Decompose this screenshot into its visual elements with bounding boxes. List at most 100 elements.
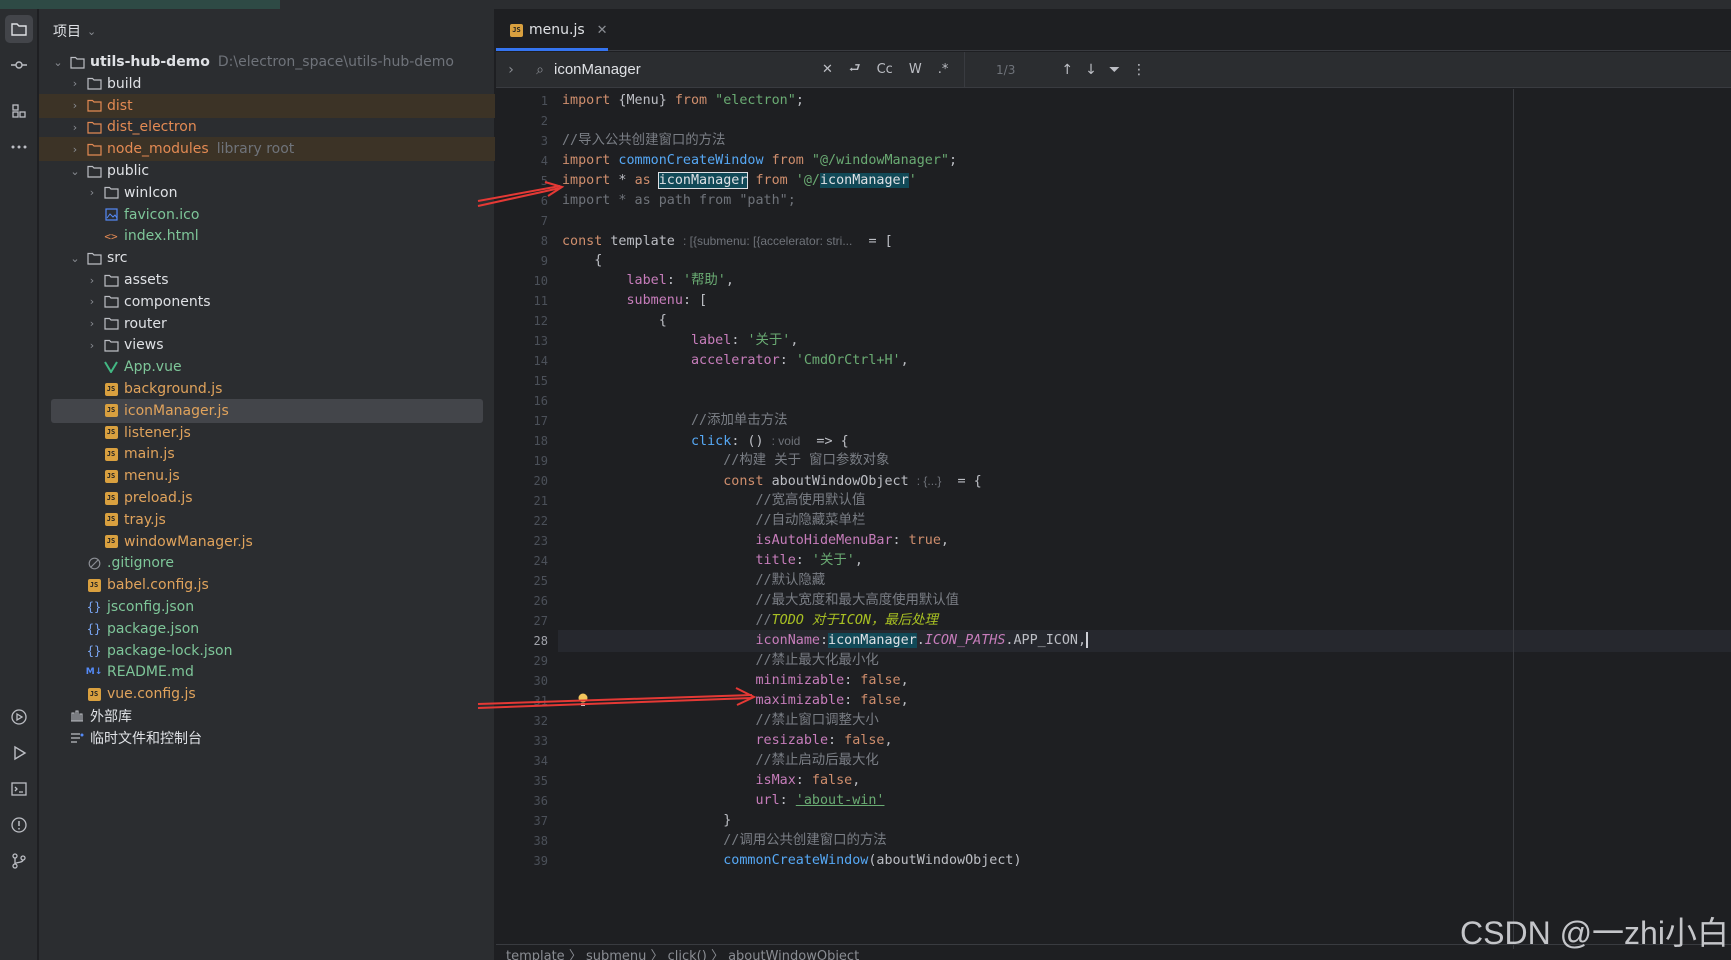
more-tools-button[interactable]: [5, 133, 33, 161]
tree-item-jsconfig-json[interactable]: {} jsconfig.json: [39, 595, 495, 619]
commit-tool-button[interactable]: [5, 51, 33, 79]
more-options-icon[interactable]: ⋮: [1126, 62, 1152, 78]
tree-item-windowmanager-js[interactable]: JS windowManager.js: [39, 530, 495, 554]
code-line: }: [723, 813, 732, 828]
chevron-down-icon[interactable]: ⌄: [68, 165, 82, 178]
code-line: click: () : void => {: [691, 434, 849, 449]
replace-toggle-icon[interactable]: ⮐: [841, 59, 869, 81]
project-panel-header[interactable]: 项目 ⌄: [53, 21, 96, 41]
structure-icon: [12, 104, 26, 118]
tree-item-preload-js[interactable]: JS preload.js: [39, 486, 495, 510]
tree-item-utils-hub-demo[interactable]: ⌄ utils-hub-demo D:\electron_space\utils-h…: [39, 50, 495, 74]
chevron-right-icon[interactable]: ›: [68, 143, 82, 156]
filter-icon[interactable]: ⏷: [1103, 62, 1126, 78]
tree-item-views[interactable]: › views: [39, 333, 495, 357]
code-line: {: [658, 313, 667, 328]
markdown-file-icon: M↓: [85, 667, 103, 678]
line-number: 12: [533, 314, 548, 328]
terminal-tool-button[interactable]: [5, 775, 33, 803]
line-number: 15: [533, 374, 548, 388]
line-number: 34: [533, 754, 548, 768]
tree-item-package-lock-json[interactable]: {} package-lock.json: [39, 639, 495, 663]
chevron-right-icon[interactable]: ›: [85, 339, 99, 352]
chevron-right-icon[interactable]: ›: [496, 62, 526, 78]
chevron-right-icon[interactable]: ›: [85, 274, 99, 287]
tree-item-vue-config-js[interactable]: JS vue.config.js: [39, 682, 495, 706]
close-icon[interactable]: ✕: [597, 23, 608, 38]
run-tool-button[interactable]: [5, 739, 33, 767]
code-line: title: '关于',: [755, 553, 863, 568]
chevron-right-icon[interactable]: ›: [68, 99, 82, 112]
chevron-down-icon[interactable]: ⌄: [68, 252, 82, 265]
tree-item-src[interactable]: ⌄ src: [39, 246, 495, 270]
tree-item-readme-md[interactable]: M↓ README.md: [39, 660, 495, 684]
tree-item-[interactable]: 临时文件和控制台: [39, 726, 495, 750]
code-line: //宽高使用默认值: [755, 493, 866, 508]
tree-item-node-modules[interactable]: › node_modules library root: [39, 137, 495, 162]
js-file-icon: JS: [103, 490, 119, 506]
tree-item-package-json[interactable]: {} package.json: [39, 617, 495, 641]
tree-item-background-js[interactable]: JS background.js: [39, 377, 495, 401]
tree-item-menu-js[interactable]: JS menu.js: [39, 464, 495, 488]
tree-item-iconmanager-js[interactable]: JS iconManager.js: [51, 398, 483, 423]
tree-item-public[interactable]: ⌄ public: [39, 159, 495, 183]
tree-item-components[interactable]: › components: [39, 290, 495, 314]
tab-menu-js[interactable]: JS menu.js ✕: [496, 9, 622, 51]
tab-active-underline: [496, 48, 608, 51]
chevron-right-icon[interactable]: ›: [68, 121, 82, 134]
tree-item-favicon-ico[interactable]: favicon.ico: [39, 203, 495, 227]
tree-item-[interactable]: 外部库: [39, 704, 495, 728]
line-number: 19: [533, 454, 548, 468]
tree-item-dist-electron[interactable]: › dist_electron: [39, 115, 495, 139]
tree-item-label: iconManager.js: [124, 402, 229, 419]
line-number-gutter: 1 2 3 4 5 6 7 8 9 10 11 12 13 14 15 16 17 18 19 20 21 22 23 24 2…: [496, 89, 558, 960]
line-number: 2: [540, 114, 548, 128]
tree-item-tray-js[interactable]: JS tray.js: [39, 508, 495, 532]
tree-item-router[interactable]: › router: [39, 312, 495, 336]
services-tool-button[interactable]: [5, 703, 33, 731]
clear-search-icon[interactable]: ✕: [814, 62, 841, 77]
tree-item-listener-js[interactable]: JS listener.js: [39, 421, 495, 445]
line-number: 17: [533, 414, 548, 428]
lightbulb-icon[interactable]: [576, 692, 590, 708]
line-number: 29: [533, 654, 548, 668]
chevron-right-icon[interactable]: ›: [85, 295, 99, 308]
git-tool-button[interactable]: [5, 847, 33, 875]
tree-item-label: 外部库: [90, 709, 132, 725]
tree-item-winicon[interactable]: › winIcon: [39, 181, 495, 205]
tree-item-main-js[interactable]: JS main.js: [39, 442, 495, 466]
project-tool-button[interactable]: [5, 15, 33, 43]
tree-item-app-vue[interactable]: App.vue: [39, 355, 495, 379]
line-number: 5: [540, 174, 548, 188]
line-number: 6: [540, 194, 548, 208]
problems-tool-button[interactable]: [5, 811, 33, 839]
match-case-button[interactable]: Cc: [869, 62, 901, 77]
folder-icon: [86, 76, 102, 92]
tree-item-label: public: [107, 163, 150, 179]
line-number: 35: [533, 774, 548, 788]
tree-item-assets[interactable]: › assets: [39, 268, 495, 292]
code-view[interactable]: import {Menu} from "electron"; //导入公共创建窗…: [558, 89, 1731, 944]
line-number: 16: [533, 394, 548, 408]
tree-item-label: src: [107, 250, 128, 267]
tree-item-build[interactable]: › build: [39, 72, 495, 96]
search-icon[interactable]: ⌕: [526, 62, 554, 78]
tree-item-dist[interactable]: › dist: [39, 93, 495, 118]
chevron-right-icon[interactable]: ›: [85, 317, 99, 330]
structure-tool-button[interactable]: [5, 97, 33, 125]
chevron-right-icon[interactable]: ›: [85, 186, 99, 199]
chevron-down-icon[interactable]: ⌄: [51, 56, 65, 69]
js-file-icon: JS: [103, 512, 119, 528]
tree-item-gitignore[interactable]: .gitignore: [39, 551, 495, 575]
whole-words-button[interactable]: W: [901, 62, 930, 77]
regex-button[interactable]: .*: [930, 62, 957, 77]
tree-item-babel-config-js[interactable]: JS babel.config.js: [39, 573, 495, 597]
next-occurrence-icon[interactable]: ↓: [1079, 62, 1103, 78]
code-line: label: '关于',: [691, 333, 799, 348]
line-number: 10: [533, 274, 548, 288]
tree-item-index-html[interactable]: <> index.html: [39, 224, 495, 248]
json-file-icon: {}: [86, 621, 102, 636]
chevron-right-icon[interactable]: ›: [68, 77, 82, 90]
previous-occurrence-icon[interactable]: ↑: [1055, 62, 1079, 78]
search-input[interactable]: iconManager: [554, 61, 814, 78]
